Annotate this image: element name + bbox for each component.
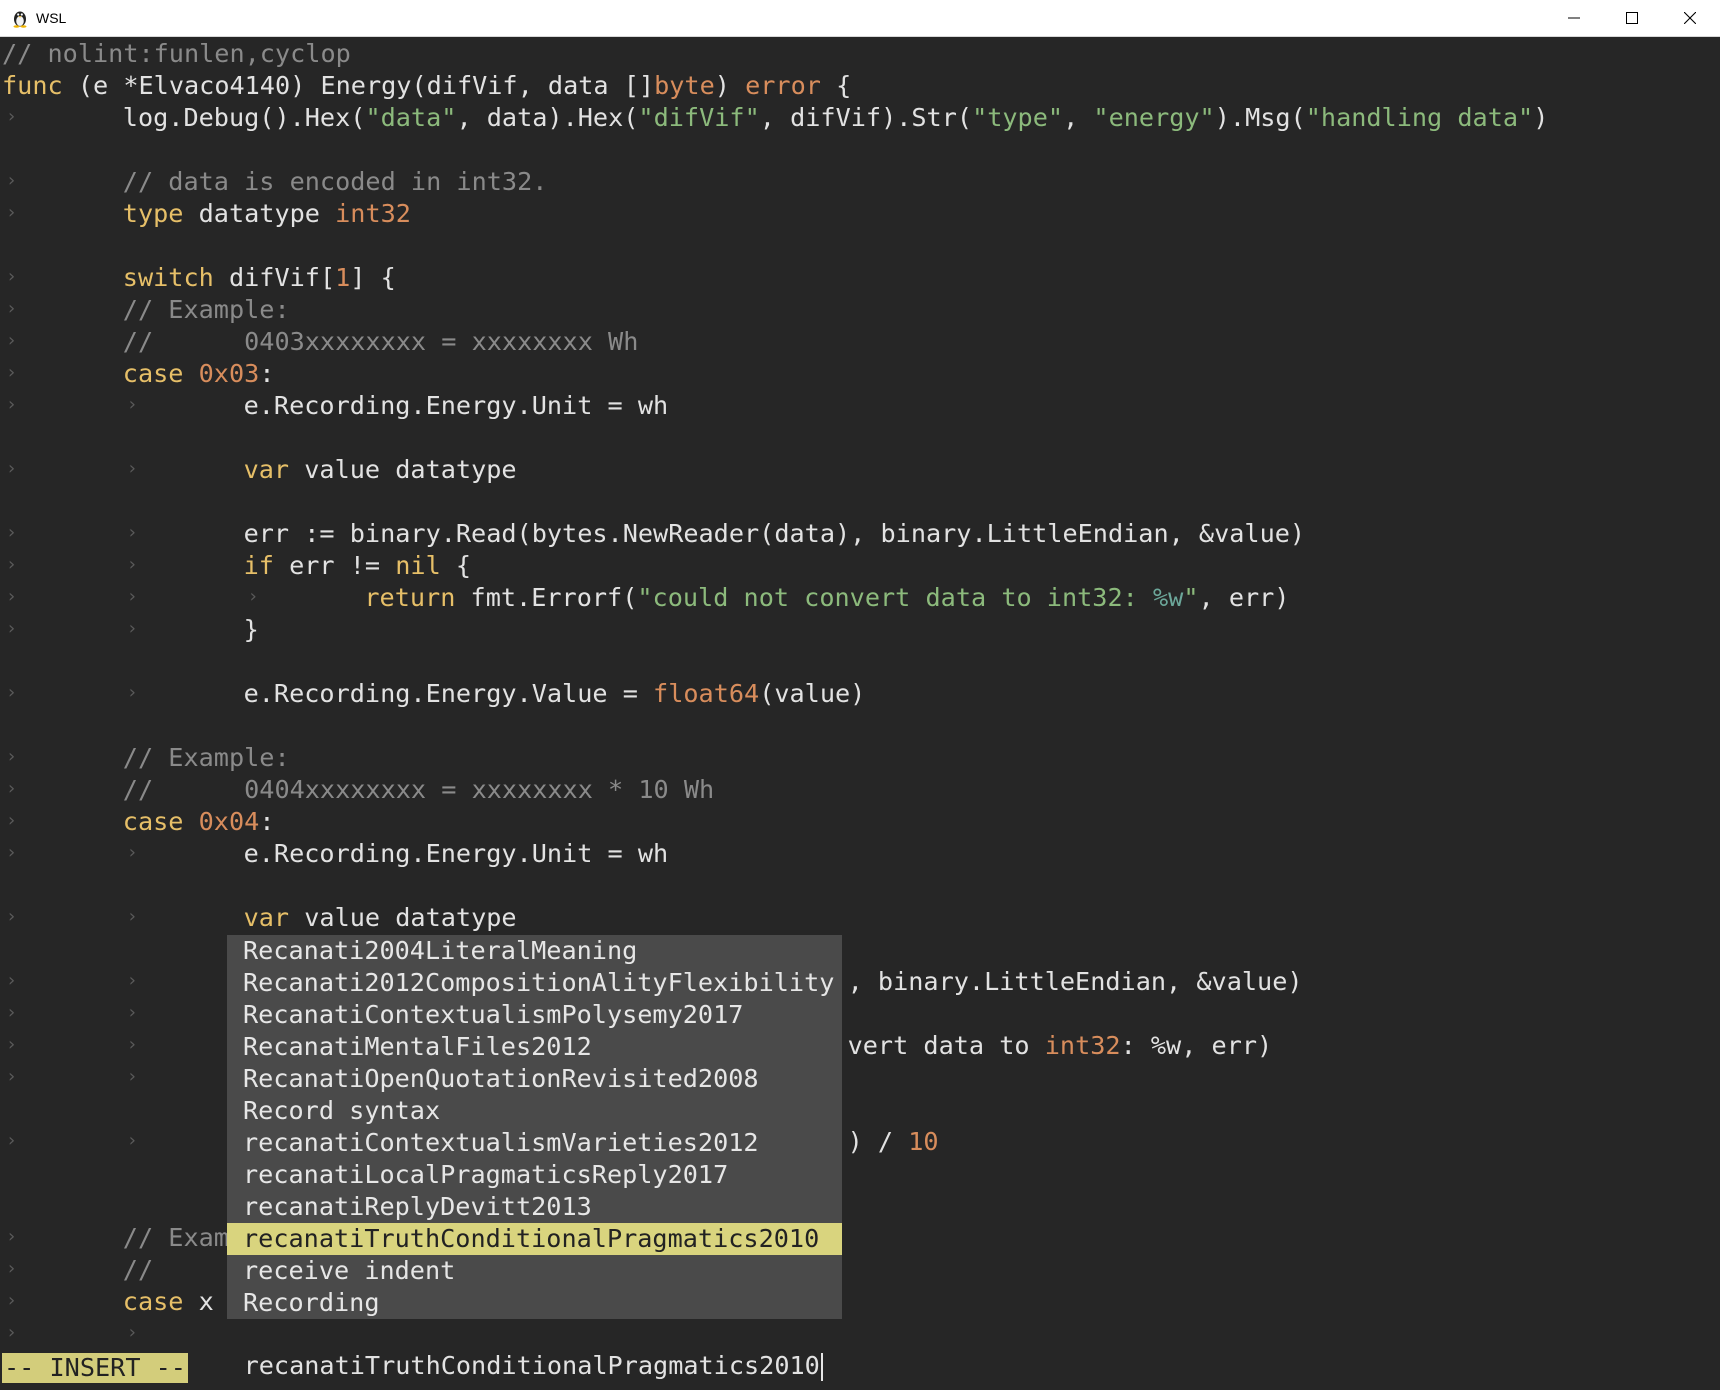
code-line: case x (122, 1287, 214, 1316)
title-bar: WSL (0, 0, 1720, 37)
indent-guide-icon: › (6, 1290, 17, 1311)
completion-item[interactable]: recanatiReplyDevitt2013 (227, 1191, 842, 1223)
indent-guide-icon: › (6, 266, 17, 287)
code-line: vert data to int32: %w, err) (847, 1031, 1273, 1060)
indent-guide-icon: › (126, 554, 138, 575)
code-line: var value datatype (243, 903, 517, 932)
indent-guide-icon: › (6, 618, 17, 639)
completion-item[interactable]: Record syntax (227, 1095, 842, 1127)
code-line: e.Recording.Energy.Value = float64(value… (243, 679, 866, 708)
indent-guide-icon: › (6, 1066, 17, 1087)
code-line: // data is encoded in int32. (122, 167, 548, 196)
completion-popup: Recanati2004LiteralMeaning Recanati2012Co… (227, 935, 842, 1319)
indent-guide-icon: › (6, 362, 17, 383)
indent-guide-icon: › (126, 394, 138, 415)
code-line: err := binary.Read(bytes.NewReader(data)… (243, 519, 1306, 548)
indent-guide-icon: › (126, 842, 138, 863)
indent-guide-icon: › (6, 458, 17, 479)
indent-guide-icon: › (6, 1258, 17, 1279)
indent-guide-icon: › (126, 970, 138, 991)
indent-guide-icon: › (126, 1002, 138, 1023)
code-line: var value datatype (243, 455, 517, 484)
indent-guide-icon: › (6, 682, 17, 703)
indent-guide-icon: › (247, 586, 259, 607)
indent-guide-icon: › (6, 586, 17, 607)
indent-guide-icon: › (6, 842, 17, 863)
indent-guide-icon: › (126, 458, 138, 479)
indent-guide-icon: › (6, 906, 17, 927)
indent-guide-icon: › (126, 682, 138, 703)
indent-guide-icon: › (6, 1002, 17, 1023)
indent-guide-icon: › (126, 1066, 138, 1087)
text-cursor (820, 1353, 823, 1381)
completion-item[interactable]: recanatiLocalPragmaticsReply2017 (227, 1159, 842, 1191)
close-icon (1684, 12, 1696, 24)
indent-guide-icon: › (6, 202, 17, 223)
completion-item[interactable]: RecanatiContextualismPolysemy2017 (227, 999, 842, 1031)
completion-item[interactable]: Recording (227, 1287, 842, 1319)
indent-guide-icon: › (6, 106, 17, 127)
indent-guide-icon: › (6, 746, 17, 767)
indent-guide-icon: › (6, 170, 17, 191)
indent-guide-icon: › (126, 906, 138, 927)
code-line: // Example: (122, 295, 290, 324)
completion-item[interactable]: recanatiContextualismVarieties2012 (227, 1127, 842, 1159)
indent-guide-icon: › (6, 1034, 17, 1055)
code-line: // nolint:funlen,cyclop (2, 39, 351, 68)
completion-item[interactable]: Recanati2004LiteralMeaning (227, 935, 842, 967)
indent-guide-icon: › (6, 1226, 17, 1247)
indent-guide-icon: › (6, 778, 17, 799)
indent-guide-icon: › (6, 970, 17, 991)
code-line: , binary.LittleEndian, &value) (847, 967, 1303, 996)
completion-item[interactable]: RecanatiMentalFiles2012 (227, 1031, 842, 1063)
indent-guide-icon: › (6, 1322, 17, 1343)
minimize-icon (1568, 17, 1580, 19)
window-title: WSL (36, 10, 67, 26)
code-line: // Exam (122, 1223, 229, 1252)
code-line: func (e *Elvaco4140) Energy(difVif, data… (2, 71, 852, 100)
code-line: if err != nil { (243, 551, 472, 580)
tux-penguin-icon (13, 11, 27, 28)
code-line: case 0x04: (122, 807, 275, 836)
indent-guide-icon: › (126, 618, 138, 639)
code-line: type datatype int32 (122, 199, 411, 228)
indent-guide-icon: › (6, 298, 17, 319)
minimize-button[interactable] (1545, 0, 1603, 36)
indent-guide-icon: › (126, 522, 138, 543)
indent-guide-icon: › (126, 1322, 138, 1343)
completion-item[interactable]: receive indent (227, 1255, 842, 1287)
code-line: return fmt.Errorf("could not convert dat… (364, 583, 1290, 612)
indent-guide-icon: › (6, 1130, 17, 1151)
code-line: } (243, 615, 259, 644)
code-line: // (122, 1255, 154, 1284)
completion-item[interactable]: RecanatiOpenQuotationRevisited2008 (227, 1063, 842, 1095)
indent-guide-icon: › (6, 810, 17, 831)
indent-guide-icon: › (6, 554, 17, 575)
code-line: e.Recording.Energy.Unit = wh (243, 391, 669, 420)
code-line: ) / 10 (847, 1127, 939, 1156)
maximize-button[interactable] (1603, 0, 1661, 36)
indent-guide-icon: › (126, 1034, 138, 1055)
close-button[interactable] (1661, 0, 1719, 36)
indent-guide-icon: › (6, 522, 17, 543)
indent-guide-icon: › (126, 1130, 138, 1151)
code-line: switch difVif[1] { (122, 263, 396, 292)
code-line: recanatiTruthConditionalPragmatics2010 (244, 1350, 823, 1382)
code-line: e.Recording.Energy.Unit = wh (243, 839, 669, 868)
code-line: // 0403xxxxxxxx = xxxxxxxx Wh (122, 327, 639, 356)
indent-guide-icon: › (6, 394, 17, 415)
code-line: log.Debug().Hex("data", data).Hex("difVi… (122, 103, 1549, 132)
code-line: case 0x03: (122, 359, 275, 388)
code-line: // Example: (122, 743, 290, 772)
mode-indicator: -- INSERT -- (2, 1353, 188, 1383)
indent-guide-icon: › (6, 330, 17, 351)
completion-item[interactable]: recanatiTruthConditionalPragmatics2010 (227, 1223, 842, 1255)
indent-guide-icon: › (126, 586, 138, 607)
code-line: // 0404xxxxxxxx = xxxxxxxx * 10 Wh (122, 775, 715, 804)
completion-item[interactable]: Recanati2012CompositionAlityFlexibility (227, 967, 842, 999)
maximize-icon (1626, 12, 1638, 24)
